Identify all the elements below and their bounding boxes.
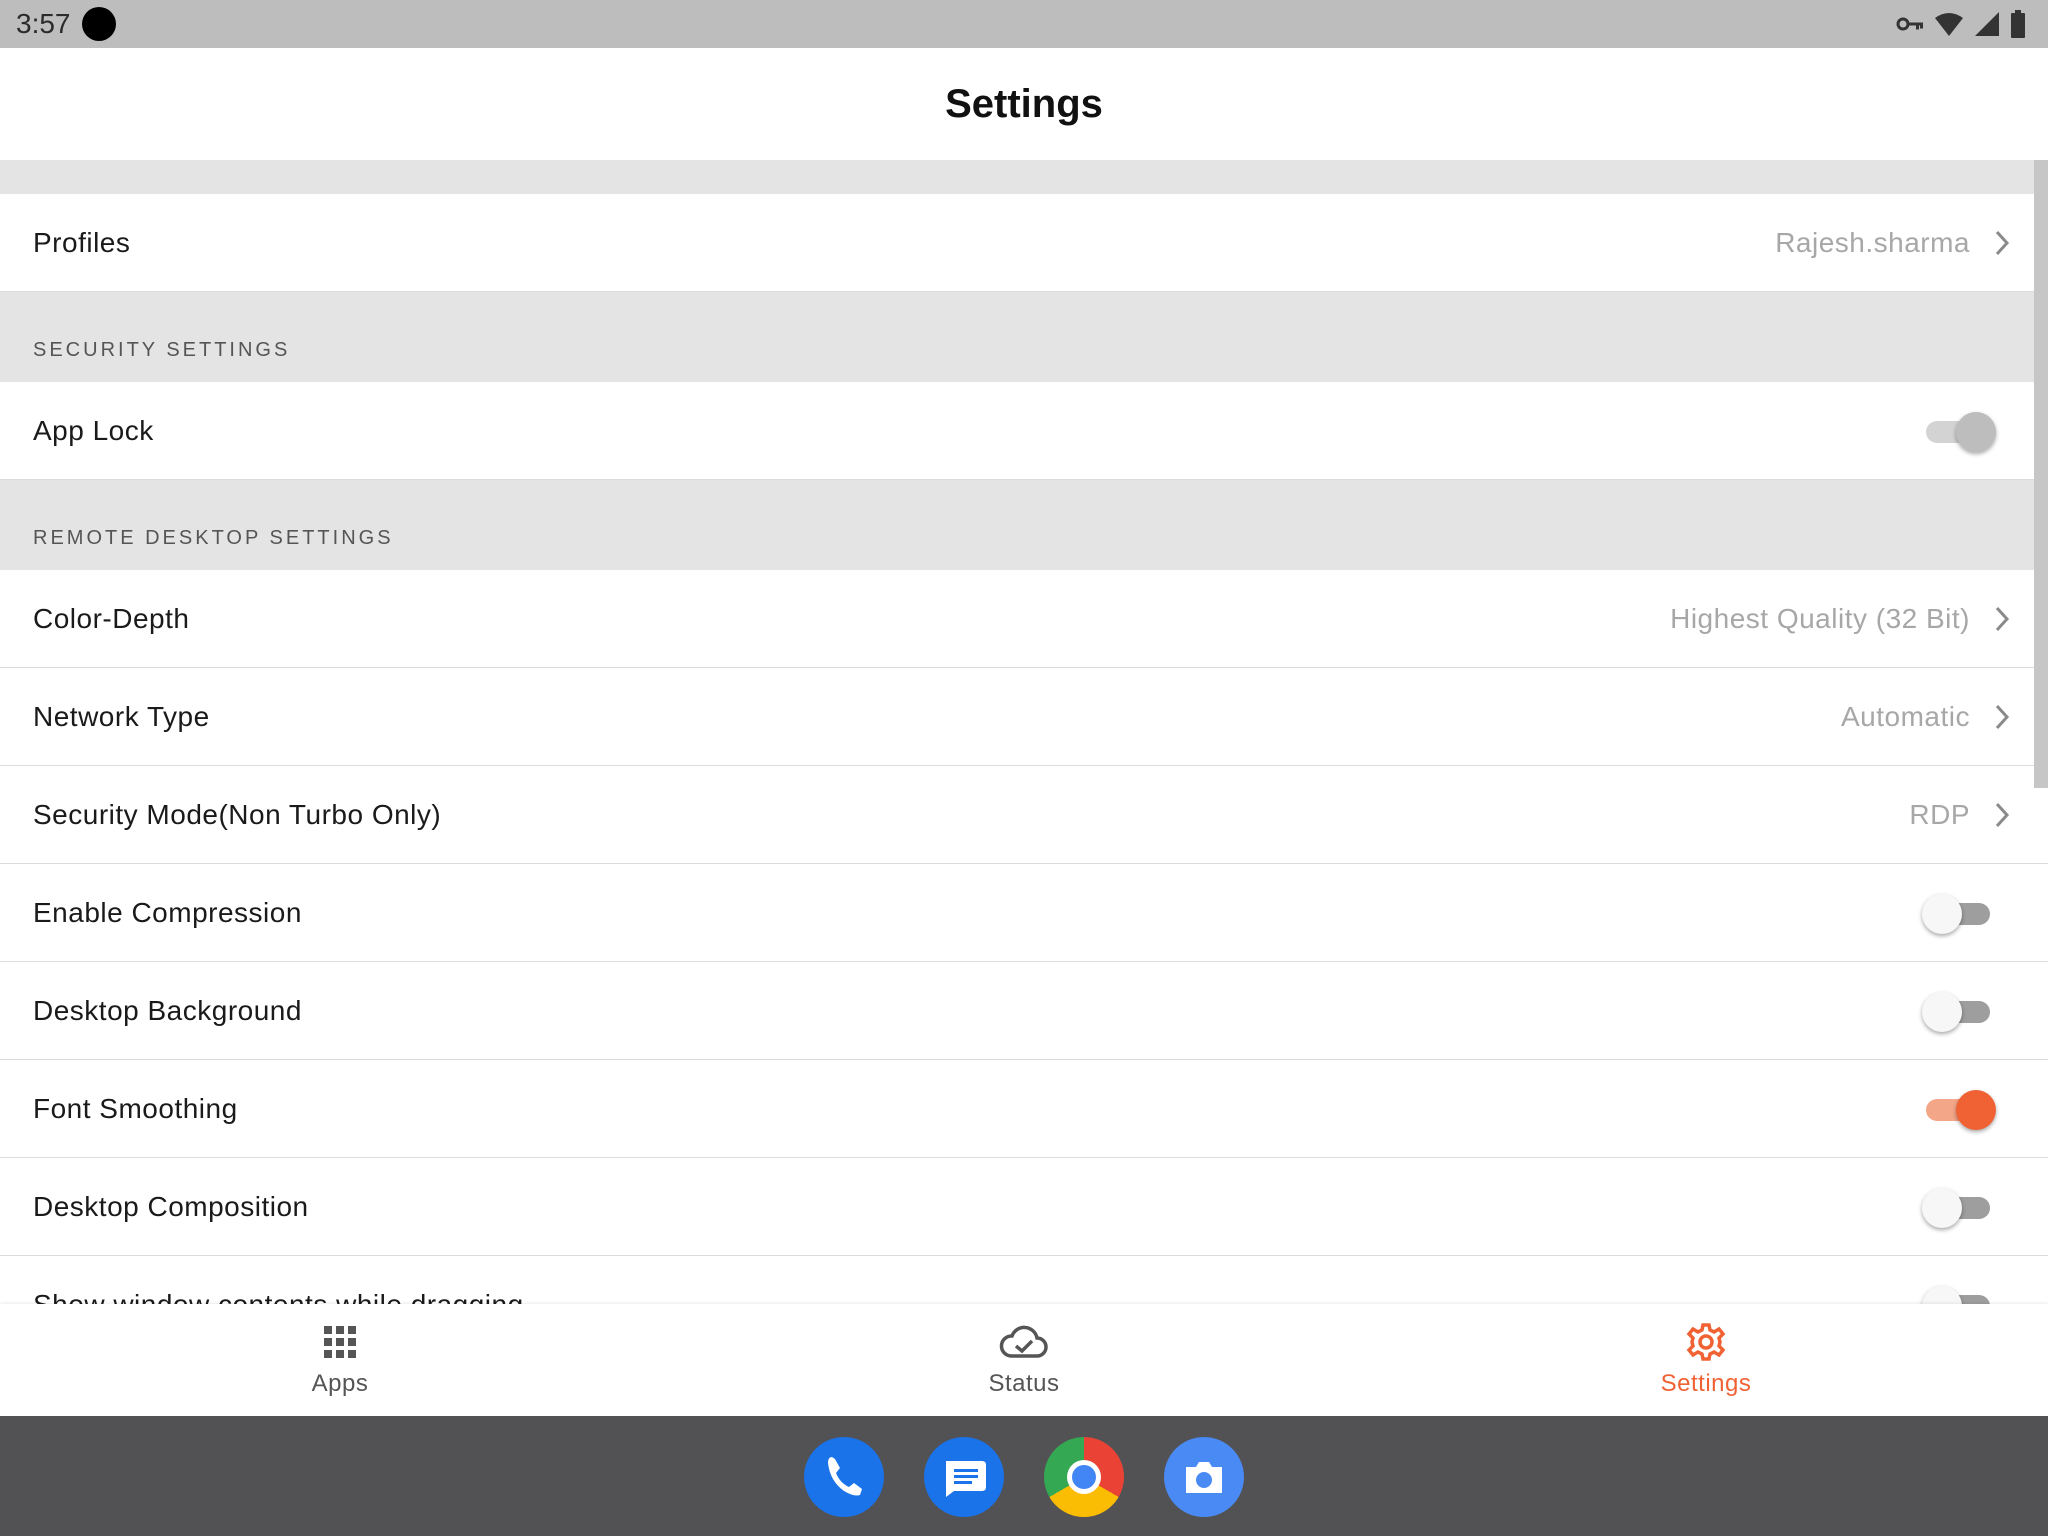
status-time: 3:57: [16, 8, 71, 39]
color-depth-row[interactable]: Color-Depth Highest Quality (32 Bit): [0, 570, 2048, 668]
nav-apps-label: Apps: [311, 1370, 369, 1397]
chrome-app-icon[interactable]: [1044, 1437, 1124, 1517]
remote-desktop-settings-title: REMOTE DESKTOP SETTINGS: [33, 527, 394, 549]
desktop-composition-toggle[interactable]: [1922, 1187, 1994, 1228]
signal-icon: [1975, 12, 1999, 36]
app-lock-label: App Lock: [33, 414, 154, 446]
status-icons: [1896, 10, 2026, 38]
color-depth-label: Color-Depth: [33, 602, 190, 634]
settings-list[interactable]: Profiles Rajesh.sharma SECURITY SETTINGS…: [0, 160, 2048, 1304]
security-settings-header: SECURITY SETTINGS: [0, 292, 2048, 382]
profiles-value: Rajesh.sharma: [1775, 226, 1970, 258]
security-mode-label: Security Mode(Non Turbo Only): [33, 798, 442, 830]
nav-apps[interactable]: Apps: [240, 1322, 440, 1398]
chevron-right-icon: [1995, 606, 2010, 631]
remote-desktop-settings-header: REMOTE DESKTOP SETTINGS: [0, 480, 2048, 570]
top-spacer: [0, 160, 2048, 194]
nav-settings[interactable]: Settings: [1606, 1322, 1806, 1398]
phone-app-icon[interactable]: [804, 1437, 884, 1517]
desktop-composition-label: Desktop Composition: [33, 1190, 309, 1222]
profiles-label: Profiles: [33, 226, 131, 258]
show-window-contents-toggle[interactable]: [1922, 1285, 1994, 1304]
android-dock: [0, 1416, 2048, 1536]
app-lock-row[interactable]: App Lock: [0, 382, 2048, 480]
network-type-row[interactable]: Network Type Automatic: [0, 668, 2048, 766]
page-title: Settings: [945, 82, 1103, 126]
network-type-value: Automatic: [1841, 700, 1970, 732]
gear-icon: [1686, 1323, 1726, 1361]
chevron-right-icon: [1995, 704, 2010, 729]
desktop-composition-row[interactable]: Desktop Composition: [0, 1158, 2048, 1256]
profiles-row[interactable]: Profiles Rajesh.sharma: [0, 194, 2048, 292]
desktop-background-row[interactable]: Desktop Background: [0, 962, 2048, 1060]
camera-app-icon[interactable]: [1164, 1437, 1244, 1517]
font-smoothing-label: Font Smoothing: [33, 1092, 238, 1124]
vpn-key-icon: [1896, 17, 1923, 31]
toggle-thumb: [1922, 1285, 1962, 1304]
security-mode-row[interactable]: Security Mode(Non Turbo Only) RDP: [0, 766, 2048, 864]
notification-dot-icon: [82, 7, 116, 41]
chevron-right-icon: [1995, 230, 2010, 255]
chevron-right-icon: [1995, 802, 2010, 827]
show-window-contents-row[interactable]: Show window contents while dragging: [0, 1256, 2048, 1304]
toggle-thumb: [1922, 1187, 1962, 1228]
scrollbar[interactable]: [2034, 160, 2048, 788]
app-bar: Settings: [0, 48, 2048, 160]
toggle-thumb: [1956, 1089, 1996, 1130]
cloud-check-icon: [999, 1325, 1048, 1358]
battery-icon: [2011, 10, 2025, 38]
security-settings-title: SECURITY SETTINGS: [33, 339, 291, 361]
enable-compression-label: Enable Compression: [33, 896, 302, 928]
font-smoothing-toggle[interactable]: [1922, 1089, 1996, 1130]
apps-grid-icon: [324, 1326, 356, 1358]
toggle-thumb: [1956, 411, 1996, 452]
toggle-thumb: [1922, 893, 1962, 934]
wifi-icon: [1935, 13, 1963, 36]
desktop-background-toggle[interactable]: [1922, 991, 1994, 1032]
toggle-thumb: [1922, 991, 1962, 1032]
show-window-contents-label: Show window contents while dragging: [33, 1288, 524, 1305]
nav-status[interactable]: Status: [924, 1322, 1124, 1398]
color-depth-value: Highest Quality (32 Bit): [1670, 602, 1970, 634]
nav-status-label: Status: [988, 1370, 1060, 1397]
desktop-background-label: Desktop Background: [33, 994, 302, 1026]
nav-settings-label: Settings: [1660, 1370, 1752, 1397]
app-lock-toggle[interactable]: [1922, 411, 1996, 452]
status-bar: 3:57: [0, 0, 2048, 48]
network-type-label: Network Type: [33, 700, 210, 732]
security-mode-value: RDP: [1909, 798, 1970, 830]
bottom-navigation: Apps Status Settings: [0, 1304, 2048, 1416]
font-smoothing-row[interactable]: Font Smoothing: [0, 1060, 2048, 1158]
messages-app-icon[interactable]: [924, 1437, 1004, 1517]
enable-compression-toggle[interactable]: [1922, 893, 1994, 934]
enable-compression-row[interactable]: Enable Compression: [0, 864, 2048, 962]
